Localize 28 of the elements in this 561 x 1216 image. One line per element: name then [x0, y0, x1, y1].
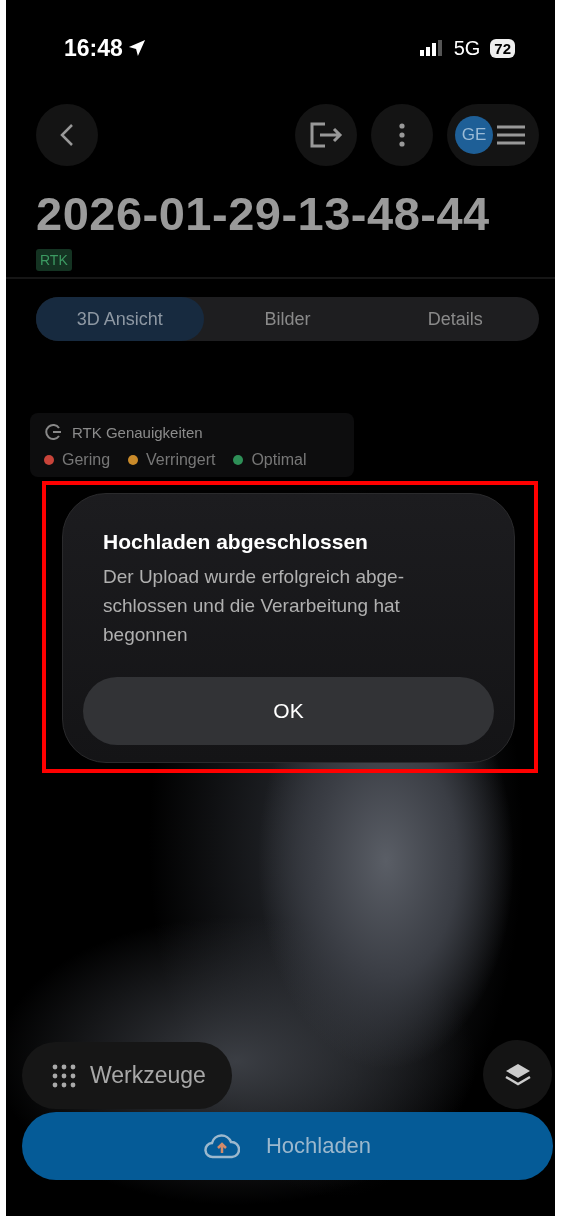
network-label: 5G: [453, 36, 481, 60]
dialog-title: Hochladen abgeschlossen: [103, 530, 369, 554]
ok-button[interactable]: OK: [83, 677, 494, 745]
rtk-tag: RTK: [36, 249, 72, 271]
view-tab[interactable]: Details: [371, 297, 539, 341]
exit-arrow-icon: [309, 121, 343, 149]
view-tab[interactable]: Bilder: [203, 297, 372, 341]
dot-grid-icon: [52, 1063, 76, 1088]
legend-label: Optimal: [251, 451, 307, 469]
upload-button[interactable]: Hochladen: [22, 1112, 553, 1180]
battery-level: 72: [490, 38, 515, 58]
dialog-message: Der Upload wurde erfolgreich abge-schlossen und die Verarbeitung hat begonnen: [103, 565, 405, 647]
cloud-upload-icon: [203, 1133, 240, 1159]
legend-label: Verringert: [146, 451, 216, 469]
view-tab[interactable]: 3D Ansicht: [36, 297, 204, 341]
signal-icon: [419, 40, 444, 56]
account-menu-button[interactable]: GE: [447, 104, 539, 166]
recording-title: 2026-01-29-13-48-44: [36, 186, 491, 241]
clock-time: 16:48: [64, 34, 123, 62]
tools-button[interactable]: Werkzeuge: [22, 1042, 232, 1109]
legend-title: RTK Genauigkeiten: [72, 423, 203, 441]
menu-icon: [497, 125, 525, 145]
user-avatar: GE: [455, 116, 493, 154]
layers-icon: [504, 1062, 531, 1087]
more-vertical-icon: [399, 123, 405, 147]
legend-label: Gering: [62, 451, 111, 469]
chevron-left-icon: [60, 123, 74, 147]
location-arrow-icon: [127, 39, 146, 57]
